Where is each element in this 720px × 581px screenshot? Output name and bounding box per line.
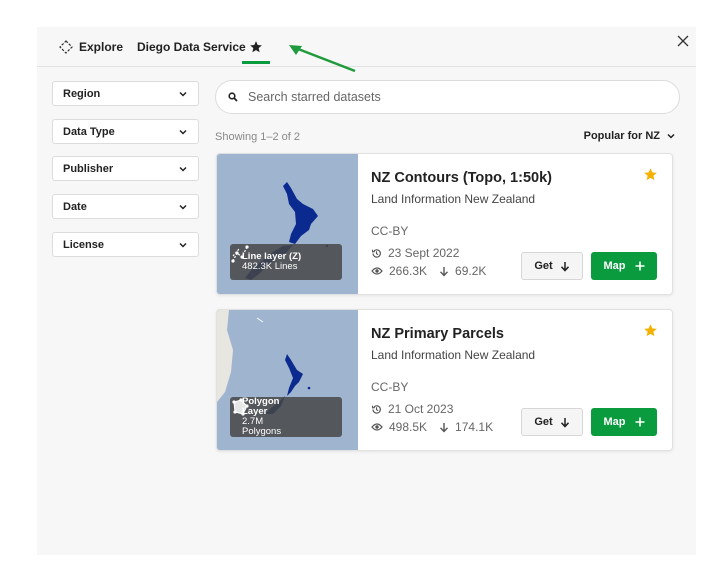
dataset-downloads: 174.1K (455, 420, 494, 434)
dataset-downloads: 69.2K (455, 264, 487, 278)
filter-region[interactable]: Region (52, 81, 199, 106)
search-box (215, 80, 680, 114)
chevron-down-icon (179, 129, 187, 135)
filter-data-type-label: Data Type (63, 125, 115, 138)
sort-label: Popular for NZ (583, 130, 660, 142)
map-button-label: Map (603, 260, 626, 272)
filter-publisher-label: Publisher (63, 162, 114, 175)
filter-data-type[interactable]: Data Type (52, 119, 199, 144)
eye-icon (371, 423, 383, 431)
dataset-date: 23 Sept 2022 (371, 246, 459, 260)
dataset-publisher: Land Information New Zealand (371, 348, 536, 362)
line-layer-icon (231, 245, 249, 263)
dataset-title[interactable]: NZ Contours (Topo, 1:50k) (371, 170, 552, 186)
eye-icon (371, 267, 383, 275)
download-arrow-icon (440, 422, 449, 433)
get-button[interactable]: Get (521, 408, 583, 436)
tab-diego-label: Diego Data Service (137, 39, 246, 54)
filter-date-label: Date (63, 200, 87, 213)
dataset-date-text: 23 Sept 2022 (388, 246, 460, 260)
download-arrow-icon (560, 417, 569, 428)
tab-explore[interactable]: Explore (59, 27, 123, 66)
filter-date[interactable]: Date (52, 194, 199, 219)
dataset-title[interactable]: NZ Primary Parcels (371, 326, 504, 342)
filter-license[interactable]: License (52, 232, 199, 257)
get-button-label: Get (534, 260, 553, 272)
dataset-date-text: 21 Oct 2023 (388, 402, 454, 416)
layer-type-badge: Polygon Layer 2.7M Polygons (230, 397, 342, 437)
dataset-views: 498.5K (389, 420, 428, 434)
filter-publisher[interactable]: Publisher (52, 156, 199, 181)
get-button-label: Get (534, 416, 553, 428)
downloads-group: 69.2K (439, 264, 486, 278)
feature-count: 482.3K Lines (242, 261, 298, 272)
explore-diamond-icon (59, 39, 73, 54)
active-tab-indicator (242, 61, 270, 64)
dataset-map-thumbnail: Polygon Layer 2.7M Polygons (217, 310, 358, 450)
dataset-card[interactable]: Polygon Layer 2.7M Polygons NZ Primary P… (216, 309, 673, 451)
star-icon (250, 40, 262, 52)
header-bar: Explore Diego Data Service (37, 27, 696, 67)
dataset-stats: 498.5K 174.1K (371, 420, 493, 434)
close-icon[interactable] (676, 34, 690, 48)
tab-explore-label: Explore (79, 39, 124, 54)
dataset-card[interactable]: Line layer (Z) 482.3K Lines NZ Contours … (216, 153, 673, 295)
dataset-stats: 266.3K 69.2K (371, 264, 486, 278)
sort-dropdown[interactable]: Popular for NZ (584, 130, 676, 142)
filter-license-label: License (63, 238, 104, 251)
search-icon (228, 92, 238, 102)
chevron-down-icon (179, 166, 187, 172)
dataset-map-thumbnail: Line layer (Z) 482.3K Lines (217, 154, 358, 294)
starred-star-icon[interactable] (643, 323, 658, 338)
feature-count: 2.7M Polygons (242, 416, 282, 437)
polygon-layer-icon (232, 398, 249, 416)
tab-diego-data-service[interactable]: Diego Data Service (137, 27, 246, 66)
download-arrow-icon (440, 266, 449, 277)
history-icon (371, 248, 381, 258)
plus-icon (635, 417, 644, 427)
plus-icon (635, 261, 644, 271)
layer-type-badge: Line layer (Z) 482.3K Lines (230, 244, 342, 280)
map-button-label: Map (603, 416, 626, 428)
map-button[interactable]: Map (591, 252, 657, 280)
history-icon (371, 404, 381, 414)
annotation-arrow-icon (289, 45, 356, 73)
chevron-down-icon (667, 133, 675, 139)
chevron-down-icon (179, 242, 187, 248)
dataset-publisher: Land Information New Zealand (371, 192, 536, 206)
downloads-group: 174.1K (439, 420, 493, 434)
dataset-views: 266.3K (389, 264, 428, 278)
starred-panel: Explore Diego Data Service Region Data T… (37, 27, 696, 555)
starred-star-icon[interactable] (643, 167, 658, 182)
chevron-down-icon (179, 91, 187, 97)
dataset-date: 21 Oct 2023 (371, 402, 453, 416)
results-count: Showing 1–2 of 2 (215, 131, 301, 143)
download-arrow-icon (560, 261, 569, 272)
dataset-license: CC-BY (371, 380, 409, 394)
dataset-license: CC-BY (371, 224, 409, 238)
chevron-down-icon (179, 204, 187, 210)
get-button[interactable]: Get (521, 252, 583, 280)
layer-type-label: Polygon Layer (242, 396, 280, 417)
search-input[interactable] (246, 89, 679, 105)
filter-region-label: Region (63, 87, 101, 100)
map-button[interactable]: Map (591, 408, 657, 436)
